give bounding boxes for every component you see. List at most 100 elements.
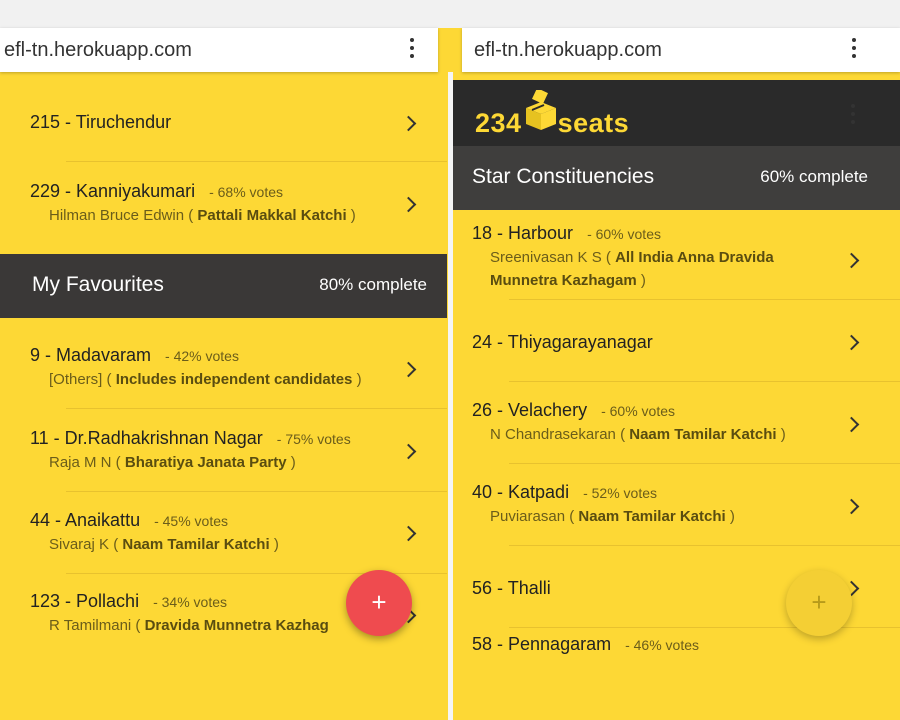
party-name: Dravida Munnetra Kazhag bbox=[144, 617, 329, 634]
address-bar-right[interactable]: efl-tn.herokuapp.com bbox=[462, 28, 900, 72]
section-title: My Favourites bbox=[32, 273, 164, 296]
title-text: 44 - Anaikattu bbox=[30, 510, 141, 530]
left-screen: 215 - Tiruchendur 229 - Kanniyakumari - 6… bbox=[0, 80, 447, 660]
votes-percent: - 60% votes bbox=[587, 226, 661, 242]
constituency-title: 44 - Anaikattu - 45% votes bbox=[30, 510, 228, 531]
paren: ) bbox=[350, 207, 356, 224]
paren: ) bbox=[290, 454, 296, 471]
candidate-line: Puviarasan ( Naam Tamilar Katchi ) bbox=[490, 505, 735, 528]
logo-word: seats bbox=[557, 108, 630, 138]
paren: ) bbox=[640, 272, 646, 289]
candidate-line: Sivaraj K ( Naam Tamilar Katchi ) bbox=[49, 533, 279, 556]
constituency-title: 11 - Dr.Radhakrishnan Nagar - 75% votes bbox=[30, 428, 351, 449]
title-text: 58 - Pennagaram bbox=[472, 634, 612, 654]
list-item[interactable]: 24 - Thiyagarayanagar bbox=[453, 300, 900, 382]
chevron-right-icon bbox=[400, 361, 417, 378]
title-text: 11 - Dr.Radhakrishnan Nagar bbox=[30, 428, 263, 448]
candidate-line: [Others] ( Includes independent candidat… bbox=[49, 368, 362, 391]
add-fab-button[interactable]: + bbox=[786, 570, 852, 636]
paren: ) bbox=[780, 426, 786, 443]
candidate-name: Raja M N ( bbox=[49, 454, 121, 471]
party-name: Naam Tamilar Katchi bbox=[578, 508, 726, 525]
chevron-right-icon bbox=[843, 498, 860, 515]
party-name-cont: Munnetra Kazhagam bbox=[490, 272, 637, 289]
candidate-name: Puviarasan ( bbox=[490, 508, 575, 525]
votes-percent: - 46% votes bbox=[625, 637, 700, 653]
votes-percent: - 52% votes bbox=[583, 485, 658, 501]
party-name: Naam Tamilar Katchi bbox=[122, 536, 270, 553]
browser-menu-icon[interactable] bbox=[852, 38, 858, 62]
browser-menu-icon[interactable] bbox=[410, 38, 416, 62]
title-text: 9 - Madavaram bbox=[30, 345, 152, 365]
candidate-line: Raja M N ( Bharatiya Janata Party ) bbox=[49, 451, 296, 474]
chevron-right-icon bbox=[400, 525, 417, 542]
candidate-name: Sivaraj K ( bbox=[49, 536, 119, 553]
party-name: Naam Tamilar Katchi bbox=[629, 426, 777, 443]
constituency-title: 24 - Thiyagarayanagar bbox=[472, 332, 653, 352]
votes-percent: - 34% votes bbox=[153, 594, 228, 610]
chevron-right-icon bbox=[400, 443, 417, 460]
votes-percent: - 45% votes bbox=[154, 513, 229, 529]
section-progress: 60% complete bbox=[760, 167, 868, 186]
constituency-title: 40 - Katpadi - 52% votes bbox=[472, 482, 657, 503]
candidate-line: R Tamilmani ( Dravida Munnetra Kazhag bbox=[49, 614, 329, 637]
url-text: efl-tn.herokuapp.com bbox=[474, 38, 662, 61]
constituency-title: 123 - Pollachi - 34% votes bbox=[30, 591, 227, 612]
section-title: Star Constituencies bbox=[472, 165, 655, 188]
chevron-right-icon bbox=[400, 115, 417, 132]
section-header-star: Star Constituencies 60% complete bbox=[453, 146, 900, 210]
list-item[interactable]: 44 - Anaikattu - 45% votes Sivaraj K ( Na… bbox=[0, 492, 447, 574]
constituency-title: 9 - Madavaram - 42% votes bbox=[30, 345, 239, 366]
votes-percent: - 60% votes bbox=[601, 403, 676, 419]
app-menu-icon[interactable] bbox=[851, 104, 855, 128]
constituency-title: 58 - Pennagaram - 46% votes bbox=[472, 634, 699, 655]
url-text: efl-tn.herokuapp.com bbox=[4, 38, 192, 61]
title-text: 40 - Katpadi bbox=[472, 482, 570, 502]
section-header-favourites: My Favourites 80% complete bbox=[0, 254, 447, 318]
candidate-name: [Others] ( bbox=[49, 371, 112, 388]
chevron-right-icon bbox=[400, 196, 417, 213]
top-strip bbox=[0, 0, 900, 28]
paren: ) bbox=[273, 536, 279, 553]
paren: ) bbox=[729, 508, 735, 525]
list-item[interactable]: 26 - Velachery - 60% votes N Chandrasekar… bbox=[453, 382, 900, 464]
list-item[interactable]: 215 - Tiruchendur bbox=[0, 80, 447, 162]
candidate-name: N Chandrasekaran ( bbox=[490, 426, 626, 443]
party-name: Bharatiya Janata Party bbox=[124, 454, 287, 471]
list-item[interactable]: 40 - Katpadi - 52% votes Puviarasan ( Naa… bbox=[453, 464, 900, 546]
title-text: 123 - Pollachi bbox=[30, 591, 140, 611]
chevron-right-icon bbox=[843, 252, 860, 269]
candidate-name: Hilman Bruce Edwin ( bbox=[49, 207, 194, 224]
app-logo: 234 seats bbox=[475, 108, 629, 139]
party-name: Pattali Makkal Katchi bbox=[197, 207, 347, 224]
constituency-title: 18 - Harbour - 60% votes bbox=[472, 223, 661, 244]
list-item[interactable]: 229 - Kanniyakumari - 68% votes Hilman Br… bbox=[0, 162, 447, 254]
constituency-title: 56 - Thalli bbox=[472, 578, 551, 598]
candidate-line: N Chandrasekaran ( Naam Tamilar Katchi ) bbox=[490, 423, 786, 446]
chevron-right-icon bbox=[843, 416, 860, 433]
section-progress: 80% complete bbox=[319, 275, 427, 294]
right-screen: 234 seats Star Constituencies 60% complet… bbox=[453, 80, 900, 660]
party-name: All India Anna Dravida bbox=[615, 249, 774, 266]
candidate-line: Hilman Bruce Edwin ( Pattali Makkal Katc… bbox=[49, 204, 356, 227]
votes-percent: - 75% votes bbox=[276, 431, 351, 447]
app-bar: 234 seats bbox=[453, 80, 900, 146]
chevron-right-icon bbox=[843, 334, 860, 351]
divider bbox=[66, 408, 447, 409]
title-text: 18 - Harbour bbox=[472, 223, 574, 243]
address-bar-left[interactable]: efl-tn.herokuapp.com bbox=[0, 28, 438, 72]
paren: ) bbox=[356, 371, 362, 388]
logo-number: 234 bbox=[475, 108, 522, 138]
party-name: Includes independent candidates bbox=[115, 371, 353, 388]
title-text: 26 - Velachery bbox=[472, 400, 588, 420]
candidate-name: R Tamilmani ( bbox=[49, 617, 141, 634]
candidate-line: Sreenivasan K S ( All India Anna Dravida… bbox=[490, 246, 774, 292]
list-item[interactable]: 9 - Madavaram - 42% votes [Others] ( Incl… bbox=[0, 318, 447, 410]
title-text: 229 - Kanniyakumari bbox=[30, 181, 196, 201]
votes-percent: - 68% votes bbox=[209, 184, 284, 200]
list-item[interactable]: 18 - Harbour - 60% votes Sreenivasan K S … bbox=[453, 210, 900, 300]
add-fab-button[interactable]: + bbox=[346, 570, 412, 636]
constituency-title: 229 - Kanniyakumari - 68% votes bbox=[30, 181, 283, 202]
votes-percent: - 42% votes bbox=[165, 348, 239, 364]
list-item[interactable]: 11 - Dr.Radhakrishnan Nagar - 75% votes R… bbox=[0, 410, 447, 492]
